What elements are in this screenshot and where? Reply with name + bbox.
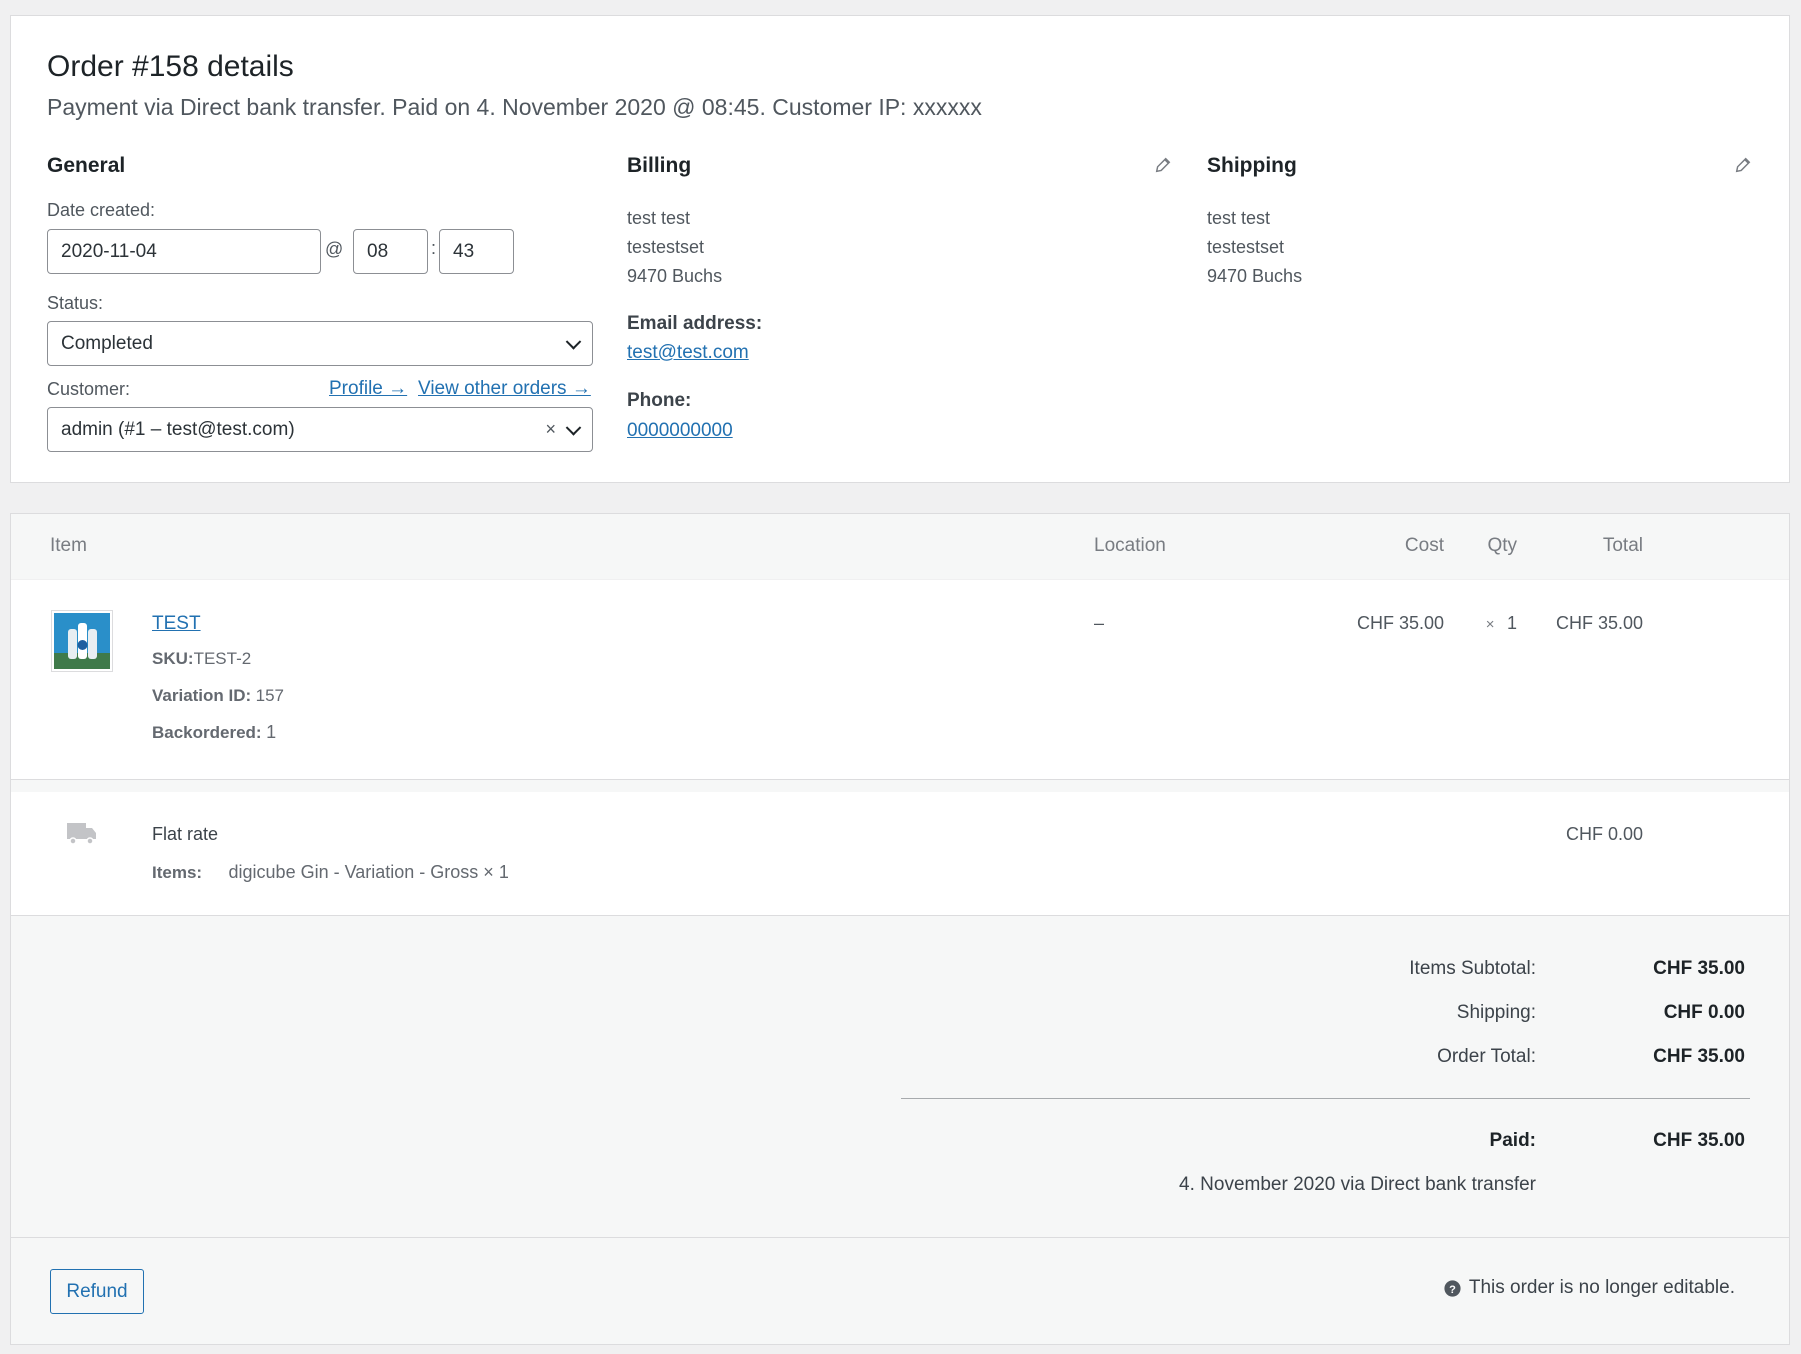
- page-title: Order #158 details: [47, 50, 294, 83]
- hour-input[interactable]: 08: [353, 229, 428, 274]
- customer-value: admin (#1 – test@test.com): [61, 418, 295, 440]
- shipping-total-value: CHF 0.00: [1663, 1002, 1745, 1023]
- header-cost: Cost: [1404, 535, 1444, 556]
- paid-note: 4. November 2020 via Direct bank transfe…: [1179, 1174, 1536, 1195]
- chevron-down-icon: [565, 419, 582, 436]
- status-label: Status:: [47, 293, 104, 313]
- variation-id-value: 157: [255, 686, 285, 705]
- actions-divider: [11, 1237, 1789, 1238]
- order-data-panel: Order #158 details Payment via Direct ba…: [10, 15, 1790, 483]
- not-editable-text: This order is no longer editable.: [1468, 1277, 1735, 1298]
- paid-label: Paid:: [1489, 1130, 1536, 1151]
- svg-text:?: ?: [1449, 1283, 1456, 1295]
- phone-label: Phone:: [627, 390, 692, 411]
- product-name-link[interactable]: TEST: [152, 613, 201, 635]
- truck-icon: [67, 823, 96, 845]
- email-label: Email address:: [627, 313, 763, 334]
- table-row: TEST SKU:TEST-2 Variation ID: 157 Backor…: [11, 580, 1789, 780]
- shipping-line-row: Flat rate Items: digicube Gin - Variatio…: [11, 792, 1789, 916]
- billing-city: 9470 Buchs: [627, 266, 723, 286]
- sku-label: SKU:: [152, 649, 194, 668]
- backordered-label: Backordered:: [152, 723, 262, 742]
- qty-value: 1: [1506, 613, 1517, 633]
- qty-times: ×: [1485, 616, 1495, 633]
- general-heading: General: [47, 154, 126, 177]
- shipping-line-total: CHF 0.00: [1565, 824, 1643, 844]
- header-item: Item: [50, 535, 87, 556]
- totals-divider: [901, 1098, 1750, 1099]
- customer-profile-link[interactable]: Profile →: [329, 378, 407, 400]
- items-subtotal-label: Items Subtotal:: [1409, 958, 1536, 979]
- header-location: Location: [1094, 535, 1166, 556]
- shipping-street: testestset: [1207, 237, 1285, 257]
- shipping-method-name: Flat rate: [152, 824, 219, 844]
- items-subtotal-value: CHF 35.00: [1653, 958, 1745, 979]
- customer-label: Customer:: [47, 379, 131, 399]
- billing-address: test test testestset 9470 Buchs: [627, 204, 722, 291]
- shipping-heading: Shipping: [1207, 154, 1297, 177]
- status-value: Completed: [61, 332, 153, 354]
- email-link[interactable]: test@test.com: [627, 342, 749, 364]
- billing-street: testestset: [627, 237, 705, 257]
- shipping-address: test test testestset 9470 Buchs: [1207, 204, 1302, 291]
- order-items-panel: Item Location Cost Qty Total TEST SKU:TE…: [10, 513, 1790, 1345]
- items-table-header: Item Location Cost Qty Total: [11, 514, 1789, 580]
- variation-id-label: Variation ID:: [152, 686, 252, 705]
- product-sku: SKU:TEST-2: [152, 649, 251, 669]
- refund-button[interactable]: Refund: [50, 1269, 144, 1314]
- product-thumbnail[interactable]: [51, 610, 113, 672]
- colon-separator: :: [431, 238, 437, 258]
- not-editable-notice: ? This order is no longer editable.: [1444, 1277, 1735, 1299]
- billing-column: Billing: [627, 154, 691, 178]
- billing-heading: Billing: [627, 154, 692, 177]
- customer-select[interactable]: admin (#1 – test@test.com) ×: [47, 407, 593, 452]
- date-created-input[interactable]: 2020-11-04: [47, 229, 321, 274]
- item-total: CHF 35.00: [1555, 613, 1643, 633]
- shipping-total-label: Shipping:: [1456, 1002, 1536, 1023]
- header-qty: Qty: [1487, 535, 1517, 556]
- status-select[interactable]: Completed: [47, 321, 593, 366]
- pencil-icon[interactable]: [1154, 156, 1172, 174]
- variation-id: Variation ID: 157: [152, 686, 284, 706]
- shipping-column: Shipping: [1207, 154, 1297, 178]
- order-total-value: CHF 35.00: [1653, 1046, 1745, 1067]
- pencil-icon[interactable]: [1734, 156, 1752, 174]
- view-other-orders-link[interactable]: View other orders →: [418, 378, 591, 400]
- order-subtitle: Payment via Direct bank transfer. Paid o…: [47, 94, 982, 120]
- at-separator: @: [325, 239, 344, 259]
- sku-value: TEST-2: [193, 649, 252, 668]
- item-location: –: [1094, 613, 1105, 633]
- clear-icon[interactable]: ×: [545, 419, 556, 440]
- billing-name: test test: [627, 208, 691, 228]
- backordered: Backordered: 1: [152, 722, 276, 743]
- shipping-items-value: digicube Gin - Variation - Gross × 1: [228, 862, 509, 882]
- chevron-down-icon: [565, 333, 582, 350]
- minute-input[interactable]: 43: [439, 229, 514, 274]
- paid-value: CHF 35.00: [1653, 1130, 1745, 1151]
- shipping-items-label: Items:: [152, 863, 203, 882]
- item-cost: CHF 35.00: [1356, 613, 1444, 633]
- phone-link[interactable]: 0000000000: [627, 420, 733, 442]
- date-created-label: Date created:: [47, 200, 156, 220]
- shipping-city: 9470 Buchs: [1207, 266, 1303, 286]
- help-icon: ?: [1444, 1279, 1461, 1297]
- shipping-items: Items: digicube Gin - Variation - Gross …: [152, 862, 509, 883]
- backordered-value: 1: [266, 722, 277, 742]
- order-total-label: Order Total:: [1437, 1046, 1536, 1067]
- item-qty: × 1: [1486, 613, 1517, 634]
- general-column: General: [47, 154, 597, 178]
- header-total: Total: [1602, 535, 1643, 556]
- shipping-name: test test: [1207, 208, 1271, 228]
